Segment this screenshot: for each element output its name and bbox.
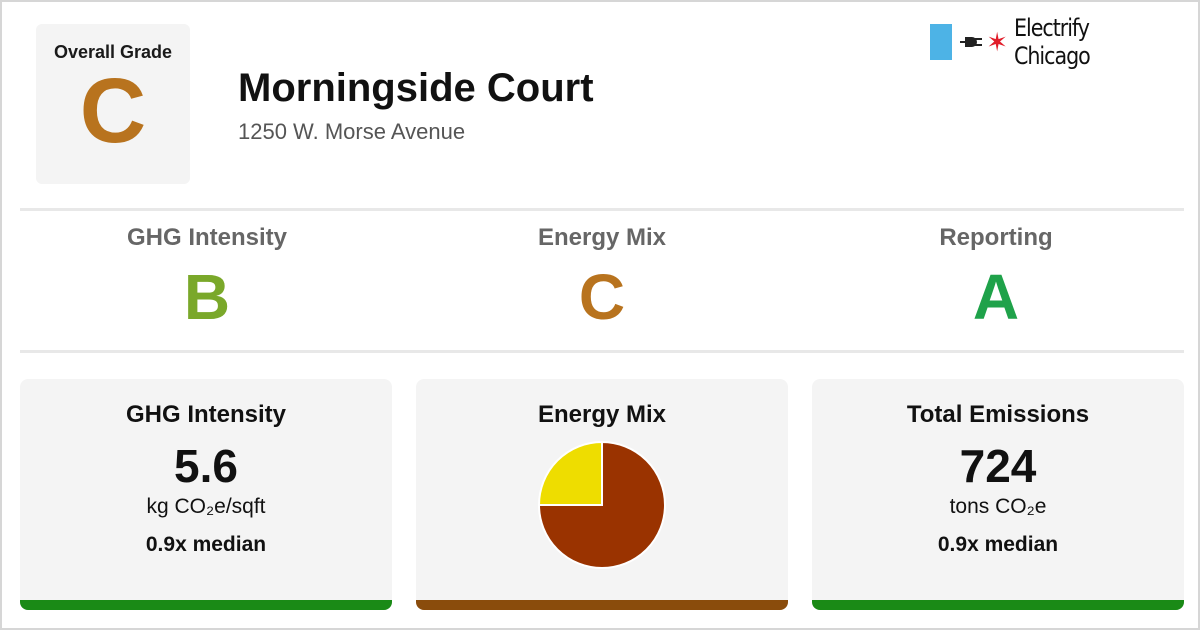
building-address: 1250 W. Morse Avenue <box>238 119 466 144</box>
pie-slice-1 <box>537 440 603 506</box>
subgrade-label: Energy Mix <box>537 224 667 251</box>
card-title: Energy Mix <box>537 401 667 428</box>
overall-grade-value: C <box>79 60 147 162</box>
subgrade-label: Reporting <box>939 224 1053 251</box>
energy-mix-card: Energy Mix <box>416 379 788 610</box>
subgrade-value: A <box>972 261 1020 333</box>
total-emissions-card: Total Emissions 724 tons CO₂e 0.9x media… <box>812 379 1184 610</box>
share-card: Overall Grade C Morningside Court 1250 W… <box>0 0 1200 630</box>
subgrade-ghg-intensity: GHG Intensity B <box>10 224 404 332</box>
card-title: Total Emissions <box>906 401 1090 428</box>
ghg-intensity-card: GHG Intensity 5.6 kg CO₂e/sqft 0.9x medi… <box>20 379 392 610</box>
chicago-flag-icon <box>930 24 953 60</box>
ghg-intensity-unit: kg CO₂e/sqft <box>146 495 266 518</box>
subgrade-reporting: Reporting A <box>799 224 1193 332</box>
chicago-star-icon: ✶ <box>986 27 1008 57</box>
brand-logo[interactable]: ✶ Electrify Chicago <box>930 14 1174 70</box>
overall-grade-box: Overall Grade C <box>36 24 190 184</box>
subgrade-value: C <box>578 261 626 333</box>
brand-name: Electrify Chicago <box>1014 14 1091 70</box>
card-title: GHG Intensity <box>125 401 287 428</box>
total-emissions-value: 724 <box>959 440 1037 492</box>
divider <box>20 350 1184 353</box>
total-emissions-median: 0.9x median <box>937 533 1059 556</box>
subgrade-value: B <box>183 261 231 333</box>
divider <box>20 208 1184 211</box>
subgrade-energy-mix: Energy Mix C <box>405 224 799 332</box>
card-status-bar <box>20 600 392 610</box>
ghg-intensity-value: 5.6 <box>174 440 238 492</box>
ghg-intensity-median: 0.9x median <box>145 533 267 556</box>
subgrade-label: GHG Intensity <box>126 224 288 251</box>
plug-icon <box>960 37 983 47</box>
total-emissions-unit: tons CO₂e <box>949 495 1047 518</box>
building-name: Morningside Court <box>238 66 594 110</box>
energy-mix-pie-chart <box>537 440 666 569</box>
card-status-bar <box>812 600 1184 610</box>
card-status-bar <box>416 600 788 610</box>
